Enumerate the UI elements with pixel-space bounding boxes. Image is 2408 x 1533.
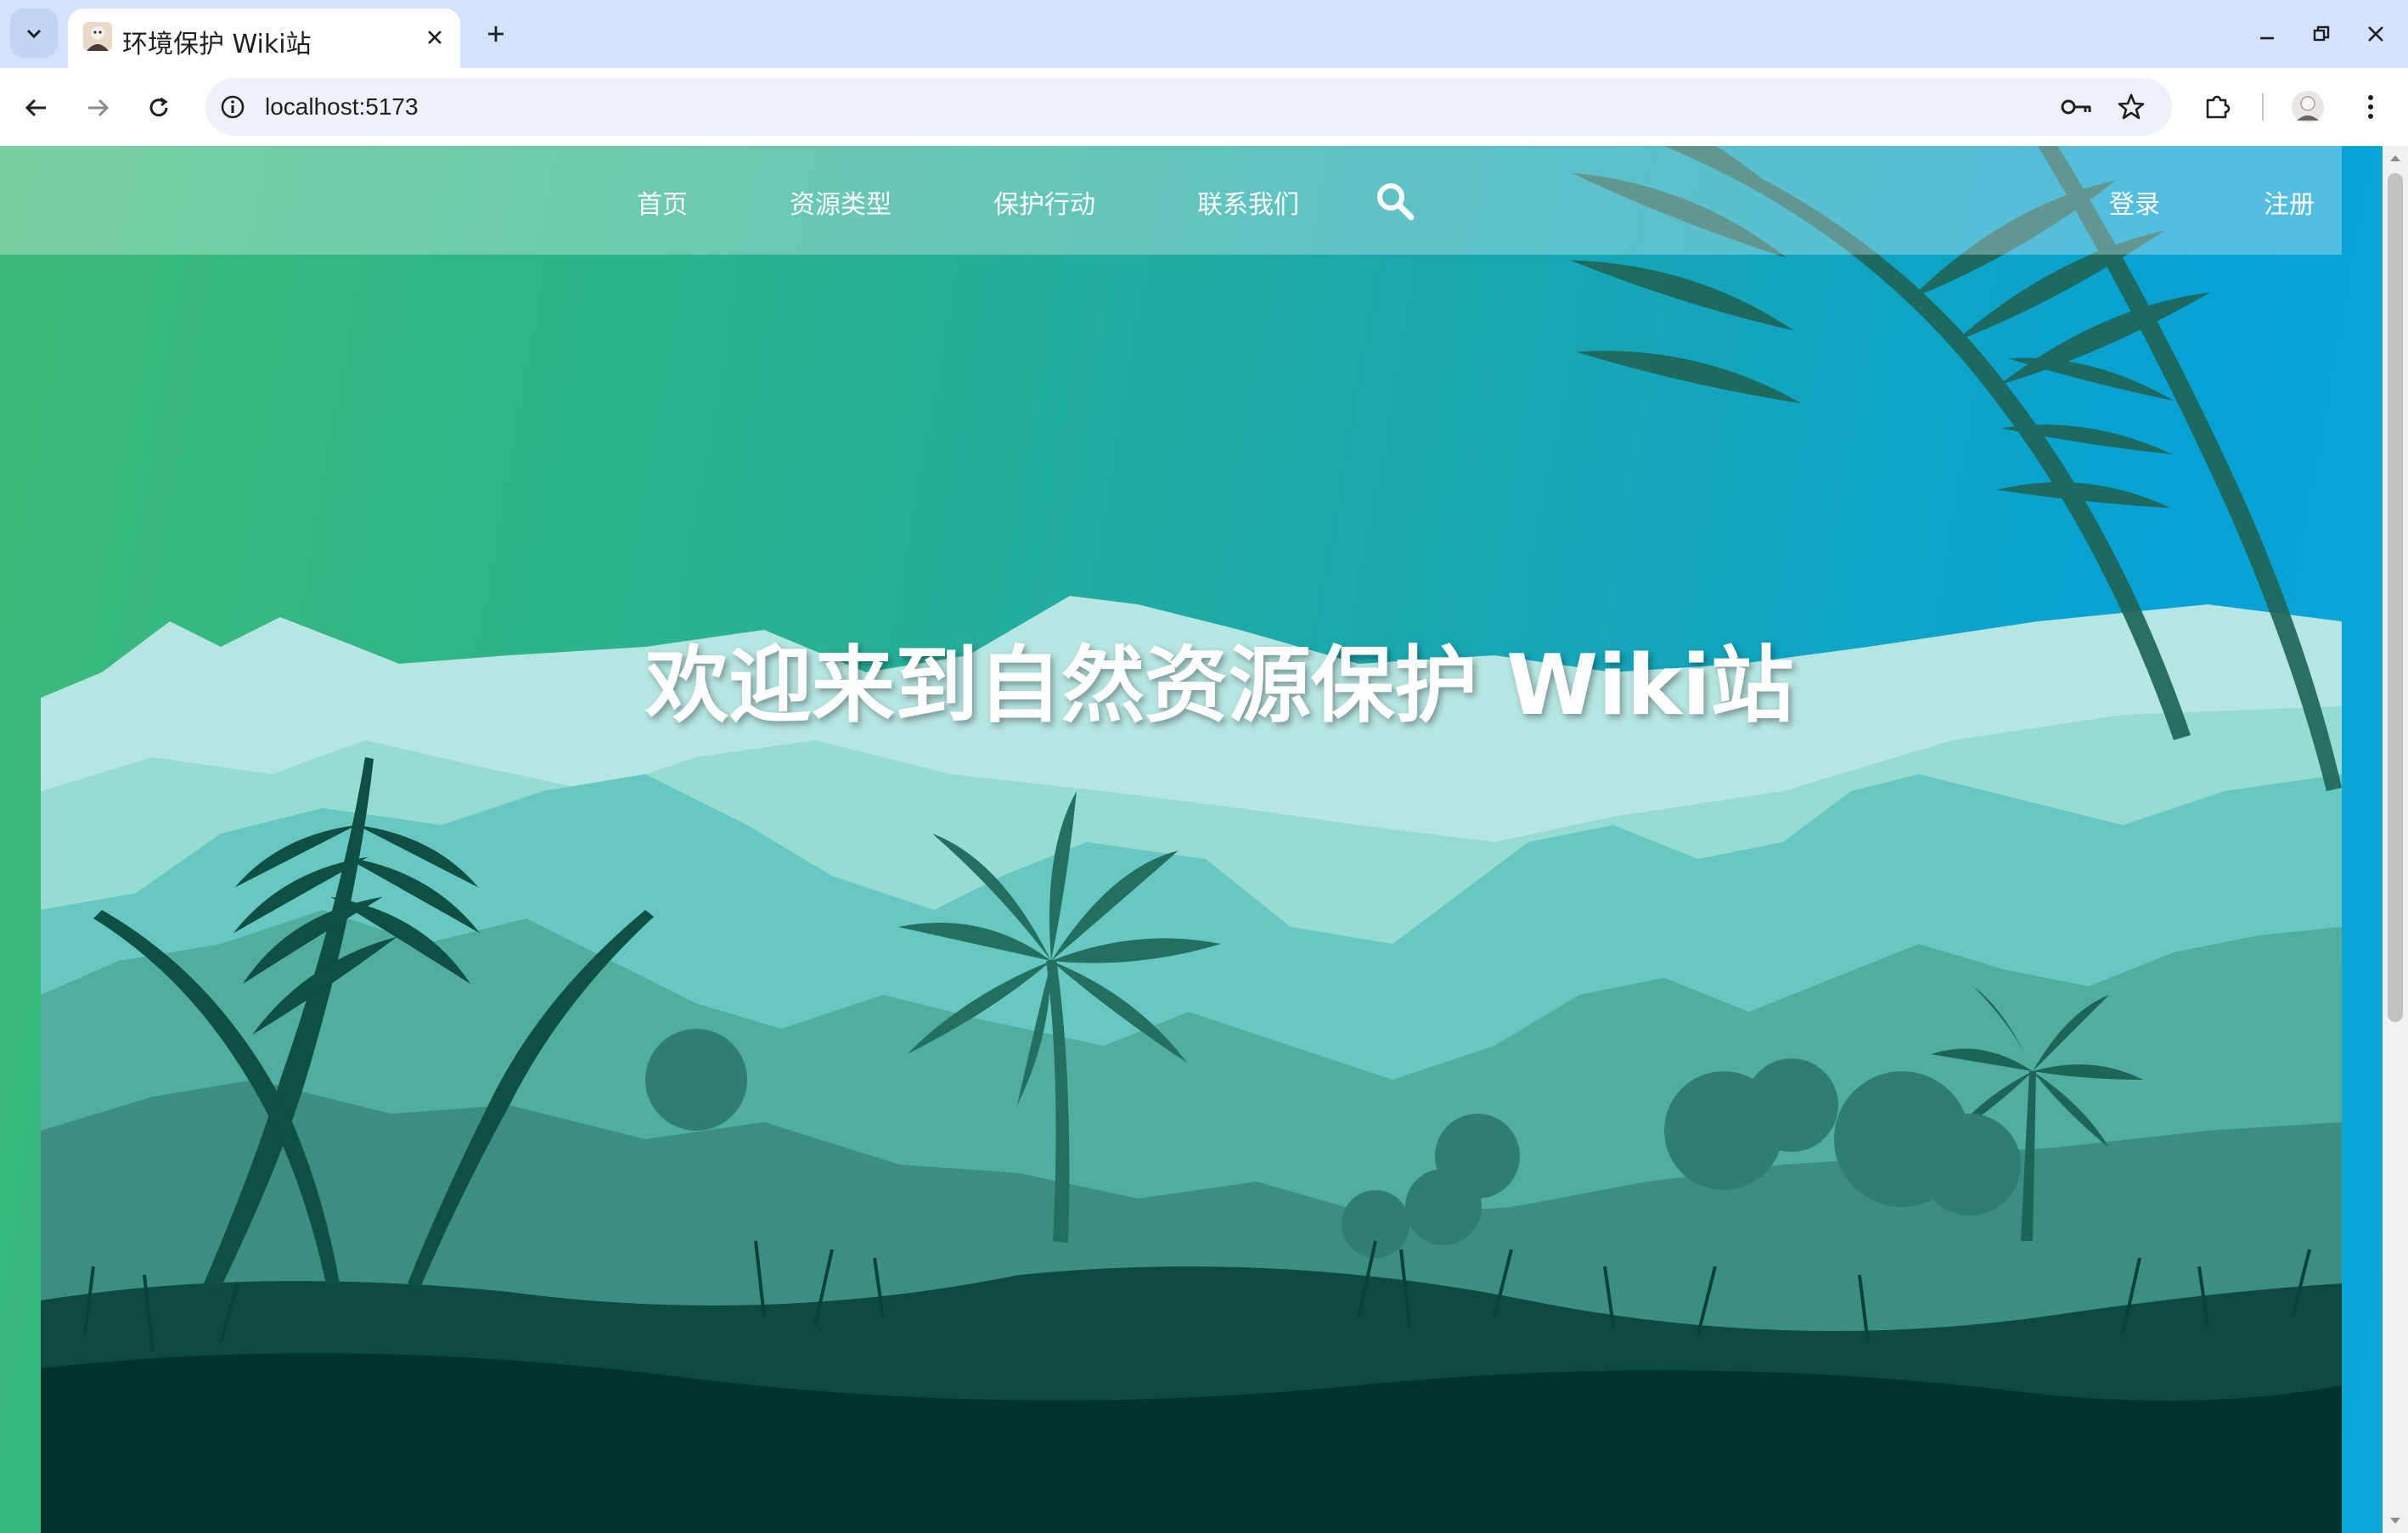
plus-icon — [488, 26, 504, 42]
login-link[interactable]: 登录 — [2109, 183, 2160, 221]
browser-toolbar: localhost:5173 — [0, 68, 2408, 146]
hero-jungle-illustration — [41, 146, 2342, 1533]
scroll-up-arrow[interactable] — [2383, 146, 2408, 170]
search-icon — [1377, 183, 1415, 221]
minimize-button[interactable] — [2248, 15, 2286, 53]
close-window-button[interactable] — [2357, 15, 2394, 53]
close-tab-button[interactable] — [421, 24, 448, 51]
triangle-down-icon — [2390, 1518, 2400, 1524]
triangle-up-icon — [2390, 155, 2400, 161]
new-tab-button[interactable] — [479, 17, 513, 51]
tab-search-button[interactable] — [10, 8, 58, 58]
page-viewport: 首页 资源类型 保护行动 联系我们 登录 注册 欢迎来到自然资源保护 Wiki站 — [0, 146, 2383, 1533]
register-link[interactable]: 注册 — [2264, 183, 2315, 221]
back-button[interactable] — [15, 87, 58, 129]
close-icon — [2368, 26, 2383, 42]
extensions-button[interactable] — [2197, 87, 2238, 127]
active-tab[interactable]: 环境保护 Wiki站 — [68, 8, 460, 68]
bookmark-button[interactable] — [2111, 87, 2152, 127]
password-button[interactable] — [2056, 87, 2097, 127]
site-info-button[interactable] — [219, 93, 246, 121]
forward-button[interactable] — [76, 87, 119, 129]
favicon — [83, 22, 112, 51]
restore-button[interactable] — [2303, 15, 2340, 53]
nav-resource-types[interactable]: 资源类型 — [790, 183, 892, 221]
minimize-icon — [2260, 36, 2274, 40]
avatar — [2292, 91, 2324, 123]
nav-home[interactable]: 首页 — [637, 183, 688, 221]
site-search-button[interactable] — [1374, 180, 1416, 222]
key-icon — [2061, 99, 2091, 115]
address-bar[interactable]: localhost:5173 — [205, 78, 2172, 136]
arrow-right-icon — [88, 98, 110, 117]
browser-tab-strip: 环境保护 Wiki站 — [0, 0, 2408, 68]
restore-icon — [2313, 25, 2330, 42]
info-icon — [221, 95, 245, 119]
browser-menu-button[interactable] — [2350, 87, 2391, 127]
close-icon — [428, 31, 442, 44]
toolbar-divider — [2262, 93, 2264, 121]
scrollbar-thumb[interactable] — [2388, 173, 2403, 1022]
scroll-down-arrow[interactable] — [2383, 1509, 2408, 1533]
page-scrollbar[interactable] — [2383, 146, 2408, 1533]
kebab-menu-icon — [2368, 95, 2373, 119]
star-icon — [2118, 93, 2145, 120]
site-navbar: 首页 资源类型 保护行动 联系我们 登录 注册 — [0, 146, 2342, 255]
puzzle-icon — [2206, 95, 2231, 119]
tab-title: 环境保护 Wiki站 — [122, 30, 312, 59]
nav-protection-actions[interactable]: 保护行动 — [993, 183, 1095, 221]
hero-title: 欢迎来到自然资源保护 Wiki站 — [645, 637, 1794, 734]
reload-icon — [149, 97, 168, 117]
profile-button[interactable] — [2287, 87, 2328, 127]
arrow-left-icon — [25, 98, 46, 117]
nav-contact-us[interactable]: 联系我们 — [1197, 183, 1299, 221]
chevron-down-icon — [26, 29, 42, 39]
reload-button[interactable] — [138, 87, 180, 129]
url-text: localhost:5173 — [265, 93, 419, 120]
